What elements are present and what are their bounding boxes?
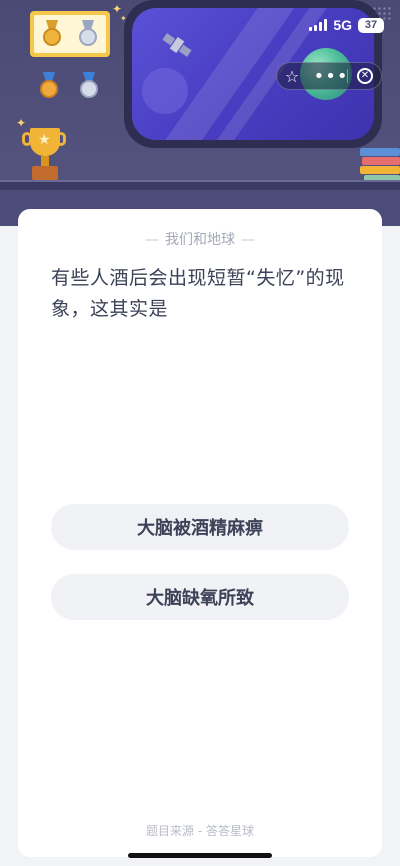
shelf-decoration — [0, 180, 400, 190]
category-text: 我们和地球 — [165, 232, 235, 248]
close-circle-icon[interactable]: ✕ — [351, 63, 379, 89]
signal-icon — [309, 19, 328, 31]
battery-level: 37 — [364, 19, 378, 31]
category-label: — 我们和地球 — — [18, 229, 382, 249]
question-card: — 我们和地球 — 有些人酒后会出现短暂“失忆”的现象，这其实是 大脑被酒精麻痹 大… — [18, 209, 382, 857]
home-indicator[interactable] — [128, 853, 272, 858]
bronze-medal-icon — [38, 72, 60, 100]
question-text: 有些人酒后会出现短暂“失忆”的现象，这其实是 — [51, 267, 345, 320]
silver-medal-icon — [77, 20, 99, 48]
books-decoration — [360, 148, 400, 183]
answer-option-1[interactable]: 大脑被酒精麻痹 — [51, 504, 349, 550]
status-bar: 5G 37 — [309, 17, 384, 33]
dash-decoration: — — [241, 232, 255, 248]
answer-option-label: 大脑缺氧所致 — [146, 588, 254, 609]
battery-icon: 37 — [358, 17, 384, 33]
capsule-menu: ☆ ••• ✕ — [276, 62, 382, 90]
medal-frame — [30, 11, 110, 57]
more-dots-icon[interactable]: ••• — [314, 63, 348, 89]
silver-medal-icon — [78, 72, 100, 100]
moon-decoration — [142, 68, 188, 114]
capsule-divider — [347, 69, 348, 83]
question-source: 题目来源 - 答答星球 — [146, 824, 254, 838]
network-label: 5G — [333, 17, 352, 33]
dash-decoration: — — [145, 232, 159, 248]
gold-medal-icon — [41, 20, 63, 48]
satellite-icon — [156, 24, 198, 66]
star-outline-icon[interactable]: ☆ — [278, 63, 306, 89]
header-scene: ✦ ✦ ✦ ★ — [0, 0, 400, 226]
trophy-icon: ★ — [22, 128, 68, 184]
answer-option-2[interactable]: 大脑缺氧所致 — [51, 574, 349, 620]
answer-option-label: 大脑被酒精麻痹 — [137, 518, 263, 539]
